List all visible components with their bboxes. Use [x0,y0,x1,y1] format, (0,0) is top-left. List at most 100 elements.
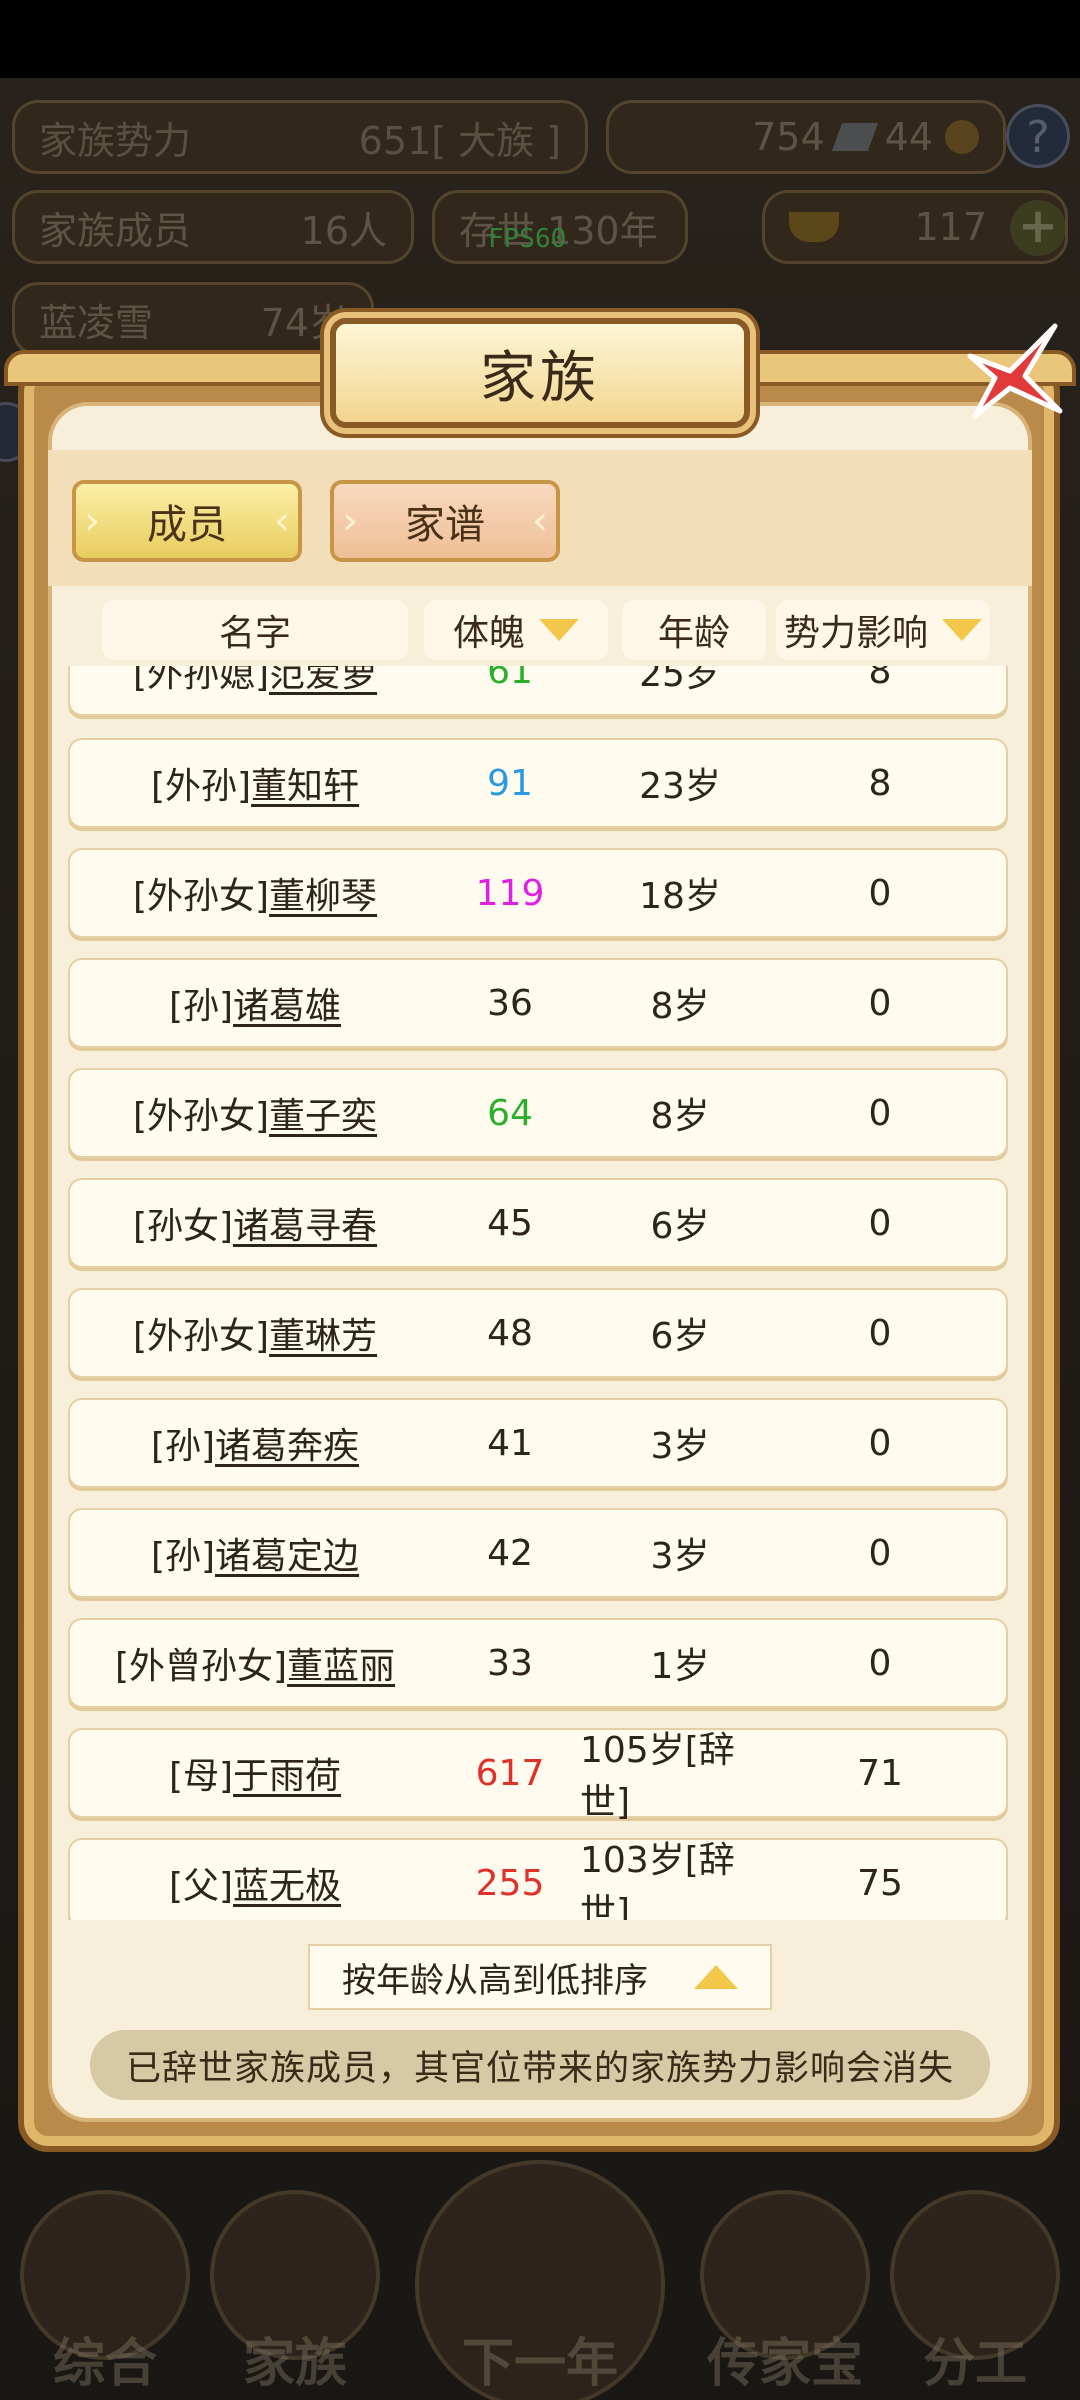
table-row[interactable]: [孙] 诸葛定边 42 3岁 0 [68,1508,1008,1598]
member-list[interactable]: [外孙媳] 范爱萝 61 25岁 8 [外孙] 董知轩 91 23岁 8 [外孙女] 董柳琴 119 18… [48,666,1032,1920]
age-value: 103岁[辞世] [580,1840,735,1920]
physique-value: 33 [487,1642,533,1684]
header-influence[interactable]: 势力影响 [776,600,990,660]
member-name-cell: [外孙女] 董琳芳 [70,1290,440,1376]
member-name-link[interactable]: 诸葛雄 [233,977,341,1029]
influence-value: 75 [857,1862,903,1904]
member-name-cell: [外孙女] 董子奕 [70,1070,440,1156]
influence-value: 0 [868,872,892,914]
member-name-cell: [孙女] 诸葛寻春 [70,1180,440,1266]
dialog-wing-left [4,350,334,386]
member-name-link[interactable]: 诸葛定边 [215,1527,359,1579]
age-value: 3岁 [650,1426,710,1467]
age-value: 6岁 [650,1206,710,1247]
close-icon[interactable] [950,316,1070,426]
table-row[interactable]: [孙] 诸葛雄 36 8岁 0 [68,958,1008,1048]
tab-genealogy[interactable]: 家谱 [330,480,560,562]
sort-down-icon [539,619,579,641]
member-name-link[interactable]: 诸葛寻春 [233,1197,377,1249]
table-row[interactable]: [外孙女] 董琳芳 48 6岁 0 [68,1288,1008,1378]
table-row[interactable]: [父] 蓝无极 255 103岁[辞世] 75 [68,1838,1008,1920]
sort-label: 按年龄从高到低排序 [342,1960,648,2001]
age-value: 6岁 [650,1316,710,1357]
age-value: 8岁 [650,986,710,1027]
member-name-link[interactable]: 董柳琴 [269,867,377,919]
table-row[interactable]: [外孙女] 董子奕 64 8岁 0 [68,1068,1008,1158]
influence-value: 8 [868,666,892,692]
relation-label: [外孙] [150,766,252,807]
influence-value: 0 [868,1532,892,1574]
dialog-title: 家族 [330,318,750,428]
member-name-link[interactable]: 董琳芳 [269,1307,377,1359]
member-name-cell: [孙] 诸葛雄 [70,960,440,1046]
influence-value: 0 [868,1422,892,1464]
physique-value: 42 [487,1532,533,1574]
member-name-cell: [孙] 诸葛定边 [70,1510,440,1596]
influence-value: 0 [868,1312,892,1354]
status-bar [0,0,1080,78]
table-row[interactable]: [孙女] 诸葛寻春 45 6岁 0 [68,1178,1008,1268]
age-value: 23岁 [639,766,721,807]
physique-value: 119 [475,872,545,914]
member-name-cell: [母] 于雨荷 [70,1730,440,1816]
member-name-link[interactable]: 董子奕 [269,1087,377,1139]
age-value: 25岁 [639,666,721,695]
influence-value: 8 [868,762,892,804]
table-row[interactable]: [外孙媳] 范爱萝 61 25岁 8 [68,666,1008,716]
member-name-link[interactable]: 于雨荷 [233,1747,341,1799]
table-row[interactable]: [孙] 诸葛奔疾 41 3岁 0 [68,1398,1008,1488]
relation-label: [孙] [168,986,234,1027]
physique-value: 48 [487,1312,533,1354]
age-value: 8岁 [650,1096,710,1137]
relation-label: [外孙女] [132,876,270,917]
relation-label: [外孙女] [132,1316,270,1357]
relation-label: [孙] [150,1536,216,1577]
physique-value: 61 [487,666,533,692]
physique-value: 41 [487,1422,533,1464]
member-name-link[interactable]: 董知轩 [251,757,359,809]
member-name-link[interactable]: 诸葛奔疾 [215,1417,359,1469]
member-name-cell: [外曾孙女] 董蓝丽 [70,1620,440,1706]
member-name-cell: [孙] 诸葛奔疾 [70,1400,440,1486]
influence-value: 0 [868,982,892,1024]
member-name-cell: [父] 蓝无极 [70,1840,440,1920]
member-name-cell: [外孙媳] 范爱萝 [70,666,440,714]
table-header: 名字 体魄 年龄 势力影响 [48,586,1032,666]
physique-value: 255 [475,1862,545,1904]
header-name: 名字 [102,600,408,660]
relation-label: [外曾孙女] [114,1646,288,1687]
physique-value: 36 [487,982,533,1024]
age-value: 1岁 [650,1646,710,1687]
table-row[interactable]: [母] 于雨荷 617 105岁[辞世] 71 [68,1728,1008,1823]
sort-up-icon [694,1965,738,1989]
physique-value: 91 [487,762,533,804]
table-row[interactable]: [外孙女] 董柳琴 119 18岁 0 [68,848,1008,938]
member-name-link[interactable]: 蓝无极 [233,1857,341,1909]
influence-value: 0 [868,1202,892,1244]
relation-label: [外孙媳] [132,666,270,695]
age-value: 105岁[辞世] [580,1730,735,1823]
member-name-cell: [外孙] 董知轩 [70,740,440,826]
relation-label: [母] [168,1756,234,1797]
header-age[interactable]: 年龄 [622,600,766,660]
table-row[interactable]: [外曾孙女] 董蓝丽 33 1岁 0 [68,1618,1008,1708]
relation-label: [孙女] [132,1206,234,1247]
relation-label: [父] [168,1866,234,1907]
relation-label: [外孙女] [132,1096,270,1137]
member-name-link[interactable]: 范爱萝 [269,666,377,697]
table-row[interactable]: [外孙] 董知轩 91 23岁 8 [68,738,1008,828]
member-name-link[interactable]: 董蓝丽 [287,1637,395,1689]
age-value: 18岁 [639,876,721,917]
header-physique[interactable]: 体魄 [424,600,608,660]
physique-value: 64 [487,1092,533,1134]
sort-button[interactable]: 按年龄从高到低排序 [308,1944,772,2010]
influence-value: 0 [868,1642,892,1684]
influence-value: 0 [868,1092,892,1134]
relation-label: [孙] [150,1426,216,1467]
physique-value: 45 [487,1202,533,1244]
age-value: 3岁 [650,1536,710,1577]
physique-value: 617 [475,1752,545,1794]
sort-down-icon [942,619,982,641]
member-name-cell: [外孙女] 董柳琴 [70,850,440,936]
tab-members[interactable]: 成员 [72,480,302,562]
